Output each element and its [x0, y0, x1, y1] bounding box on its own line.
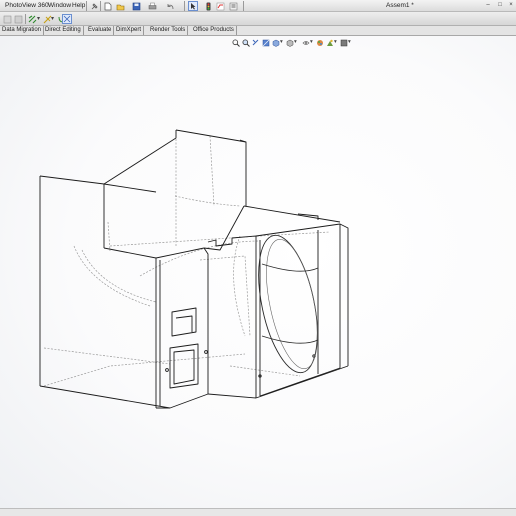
assembly-model[interactable]	[0, 36, 516, 508]
menu-bar: PhotoView 360 Window Help Assem1 * – □ ×	[0, 0, 516, 12]
undo-icon[interactable]	[166, 2, 175, 11]
assembly-icon[interactable]	[3, 15, 12, 24]
component-icon[interactable]	[14, 15, 23, 24]
open-icon[interactable]	[116, 2, 125, 11]
visible-edges	[39, 129, 349, 409]
smart-mates-icon[interactable]	[28, 15, 37, 24]
pin-icon[interactable]	[90, 2, 99, 11]
rebuild-icon[interactable]	[216, 2, 225, 11]
command-manager-tabs: Data Migration Direct Editing Evaluate D…	[0, 26, 516, 36]
tab-data-migration[interactable]: Data Migration	[0, 26, 45, 35]
print-icon[interactable]	[148, 2, 157, 11]
save-icon[interactable]	[132, 2, 141, 11]
tab-evaluate[interactable]: Evaluate	[86, 26, 115, 35]
toolbar-separator	[184, 1, 185, 11]
toolbar-separator	[25, 14, 26, 24]
tab-direct-editing[interactable]: Direct Editing	[43, 26, 84, 35]
tab-render-tools[interactable]: Render Tools	[148, 26, 189, 35]
move-component-icon[interactable]	[62, 14, 72, 24]
minimize-icon[interactable]: –	[484, 2, 492, 9]
tab-dimxpert[interactable]: DimXpert	[114, 26, 145, 35]
toolbar-separator	[100, 1, 101, 11]
menu-separator	[86, 1, 87, 11]
dropdown-arrow-icon[interactable]: ▾	[37, 15, 40, 22]
tab-office-products[interactable]: Office Products	[191, 26, 237, 35]
menu-window[interactable]: Window	[48, 1, 71, 10]
document-title: Assem1 *	[386, 2, 414, 9]
dropdown-arrow-icon[interactable]: ▾	[51, 15, 54, 22]
menu-help[interactable]: Help	[72, 1, 85, 10]
command-toolbar: ▾ ▾ ▾	[0, 12, 516, 26]
hidden-edges	[43, 132, 331, 387]
select-icon[interactable]	[188, 1, 198, 11]
maximize-icon[interactable]: □	[496, 2, 504, 9]
graphics-area[interactable]: ▾ ▾ ▾ ▾ ▾	[0, 36, 516, 508]
options-icon[interactable]	[229, 2, 238, 11]
close-icon[interactable]: ×	[507, 2, 515, 9]
status-bar	[0, 508, 516, 516]
new-document-icon[interactable]	[103, 2, 112, 11]
toolbar-separator	[243, 1, 244, 11]
menu-photoview360[interactable]: PhotoView 360	[5, 1, 49, 10]
traffic-light-icon[interactable]	[204, 2, 213, 11]
